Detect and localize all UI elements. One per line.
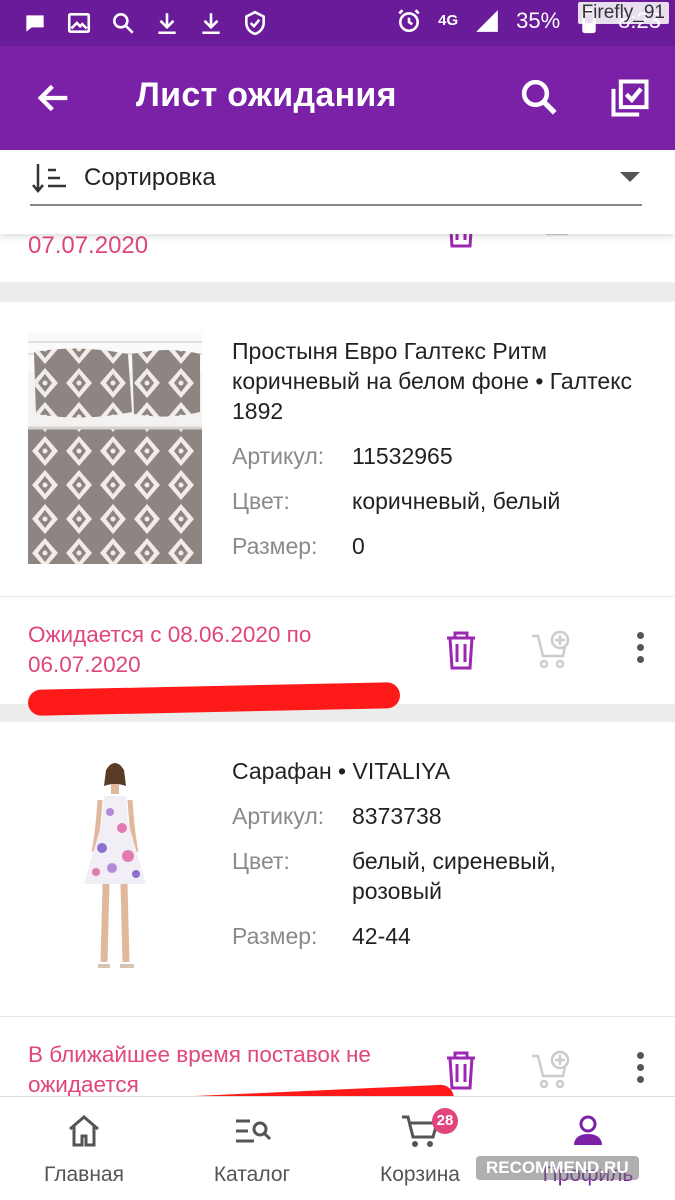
product-image-bedsheet[interactable]	[28, 332, 202, 564]
alarm-icon	[394, 6, 424, 36]
search-notification-icon	[108, 8, 138, 38]
cart-count-badge: 28	[432, 1108, 458, 1134]
product-info: Сарафан • VITALIYA Артикул: 8373738 Цвет…	[232, 756, 652, 951]
status-bar: 4G 35% 8:23 Firefly_91	[0, 0, 675, 46]
product-info: Простыня Евро Галтекс Ритм коричневый на…	[232, 336, 652, 561]
signal-icon	[472, 6, 502, 36]
nav-catalog[interactable]: Каталог	[168, 1097, 336, 1200]
nav-profile[interactable]: Профиль	[504, 1097, 672, 1200]
color-value: белый, сиреневый, розовый	[352, 848, 556, 904]
size-label: Размер:	[232, 923, 318, 949]
watermark-site: RECOMMEND.RU	[476, 1156, 639, 1180]
article-label: Артикул:	[232, 443, 325, 469]
download-icon	[152, 8, 182, 38]
add-to-cart-icon[interactable]	[530, 628, 570, 672]
chevron-down-icon	[620, 172, 640, 182]
size-value: 0	[352, 533, 365, 559]
nav-label: Каталог	[213, 1163, 291, 1186]
sort-selector[interactable]: Сортировка	[0, 150, 675, 234]
sort-icon	[30, 160, 70, 196]
product-image-sundress[interactable]	[28, 752, 202, 984]
article-value: 11532965	[352, 443, 453, 469]
sort-underline	[30, 204, 642, 206]
select-all-checkbox-icon[interactable]	[608, 76, 652, 120]
article-row: Артикул: 8373738	[232, 801, 652, 831]
article-row: Артикул: 11532965	[232, 441, 652, 471]
color-label: Цвет:	[232, 848, 290, 874]
article-value: 8373738	[352, 803, 442, 829]
availability-text: 07.07.2020	[28, 232, 149, 259]
size-row: Размер: 42-44	[232, 921, 652, 951]
color-row: Цвет: белый, сиреневый, розовый	[232, 846, 652, 906]
app-bar: Лист ожидания	[0, 46, 675, 150]
back-arrow-icon[interactable]	[34, 78, 74, 118]
bottom-navigation: Главная Каталог Корзина Профиль	[0, 1096, 675, 1200]
size-value: 42-44	[352, 923, 411, 949]
gallery-icon	[64, 8, 94, 38]
product-name[interactable]: Простыня Евро Галтекс Ритм коричневый на…	[232, 336, 652, 426]
catalog-search-icon	[232, 1111, 272, 1151]
network-indicator: 4G	[438, 12, 459, 29]
more-options-icon[interactable]	[635, 632, 645, 666]
delete-icon[interactable]	[441, 628, 481, 672]
notification-icons	[20, 8, 270, 38]
add-to-cart-icon[interactable]	[530, 1048, 570, 1092]
home-icon	[64, 1111, 104, 1151]
color-value: коричневый, белый	[352, 488, 561, 514]
color-label: Цвет:	[232, 488, 290, 514]
profile-icon	[568, 1111, 608, 1151]
color-row: Цвет: коричневый, белый	[232, 486, 652, 516]
size-row: Размер: 0	[232, 531, 652, 561]
shield-icon	[240, 8, 270, 38]
message-icon	[20, 8, 50, 38]
delete-icon[interactable]	[441, 1048, 481, 1092]
nav-cart[interactable]: Корзина	[336, 1097, 504, 1200]
article-label: Артикул:	[232, 803, 325, 829]
nav-home[interactable]: Главная	[0, 1097, 168, 1200]
page-title: Лист ожидания	[136, 76, 397, 114]
watermark-username: Firefly_91	[577, 2, 669, 24]
divider	[0, 596, 675, 597]
more-options-icon[interactable]	[635, 1052, 645, 1086]
availability-text: Ожидается с 08.06.2020 по 06.07.2020	[28, 622, 312, 677]
search-icon[interactable]	[518, 76, 560, 118]
product-name[interactable]: Сарафан • VITALIYA	[232, 756, 652, 786]
divider	[0, 1016, 675, 1017]
size-label: Размер:	[232, 533, 318, 559]
nav-label: Главная	[44, 1163, 124, 1186]
download-icon-2	[196, 8, 226, 38]
battery-percent: 35%	[516, 8, 561, 33]
list-item: Простыня Евро Галтекс Ритм коричневый на…	[0, 302, 675, 704]
sort-label: Сортировка	[84, 164, 216, 191]
